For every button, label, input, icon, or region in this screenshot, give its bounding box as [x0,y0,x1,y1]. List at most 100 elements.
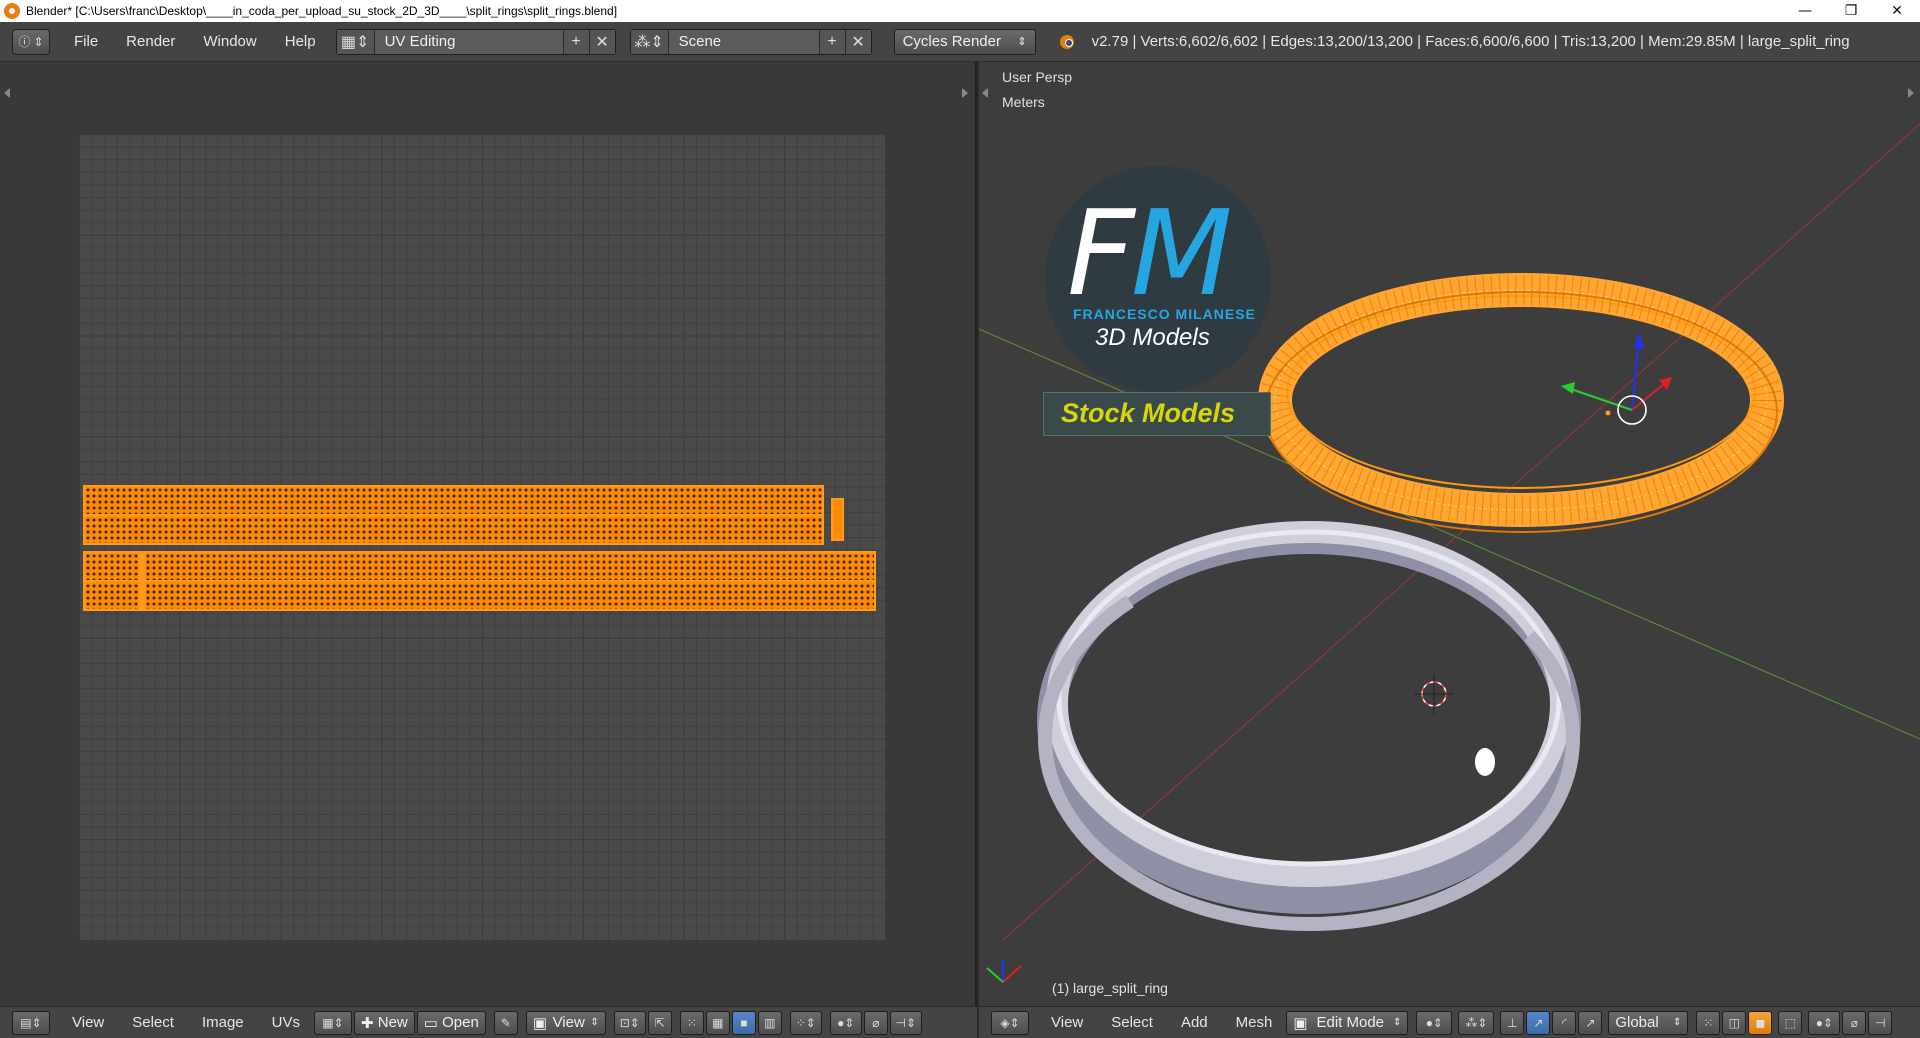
orientation-dropdown[interactable]: Global ⇕ [1608,1010,1689,1035]
proportional-edit-icon[interactable]: ●⇕ [1808,1010,1841,1035]
snap-icon[interactable]: ⌀ [863,1010,888,1035]
fm-logo-tagline: 3D Models [1095,324,1210,351]
menu-help[interactable]: Help [271,22,330,62]
uv-menu-select[interactable]: Select [118,1014,188,1031]
panel-toggle-right-icon[interactable] [962,88,968,98]
folder-icon: ▭ [423,1014,443,1032]
vp-menu-select[interactable]: Select [1097,1014,1167,1031]
view-mode-label: View [552,1014,585,1031]
snap-icon[interactable]: ⌀ [1842,1010,1867,1035]
remove-scene-icon[interactable]: ✕ [844,29,871,54]
info-header: ⓘ ⇕ File Render Window Help ▦⇕ UV Editing… [0,22,1920,62]
view-mode-dropdown[interactable]: ▣ View ⇕ [525,1010,606,1035]
remove-layout-icon[interactable]: ✕ [588,29,615,54]
active-object-label: (1) large_split_ring [1052,980,1168,996]
scene-name[interactable]: Scene [669,33,819,50]
edge-select-icon[interactable]: ◫ [1722,1010,1747,1035]
updown-arrows-icon: ⇕ [1392,1017,1402,1028]
large-split-ring-mesh[interactable] [1258,273,1784,533]
fm-logo-letters: FM [1067,194,1233,312]
editor-type-selector[interactable]: ⓘ ⇕ [12,28,50,55]
scene-selector[interactable]: ⁂⇕ Scene + ✕ [629,28,872,55]
3d-cursor[interactable] [1414,674,1454,714]
vertex-select-icon[interactable]: ⁙ [679,1010,704,1035]
occlude-geometry-icon[interactable]: ⬚ [1778,1010,1803,1035]
face-select-icon[interactable]: ◼ [1748,1010,1773,1035]
fm-logo-f: F [1067,184,1135,322]
snap-target-icon[interactable]: ⊣ [1868,1010,1893,1035]
proportional-edit-icon[interactable]: ●⇕ [829,1010,862,1035]
mode-dropdown[interactable]: ▣ Edit Mode ⇕ [1286,1010,1409,1035]
new-image-label: New [377,1014,408,1031]
vertex-select-icon[interactable]: ⁙ [1696,1010,1721,1035]
axis-indicator-icon [986,960,1022,983]
face-select-icon[interactable]: ■ [731,1010,756,1035]
image-browse-icon[interactable]: ▦⇕ [314,1010,352,1035]
uv-menu-view[interactable]: View [58,1014,118,1031]
uv-island-upper[interactable] [83,485,824,545]
add-layout-icon[interactable]: + [562,29,589,54]
updown-arrows-icon: ⇕ [590,1017,599,1028]
orientation-label: Global [1615,1014,1659,1031]
blender-logo-icon [1058,33,1078,51]
fm-logo-m: M [1130,184,1233,322]
uv-island-small[interactable] [831,498,844,541]
render-engine-dropdown[interactable]: Cycles Render ⇕ [893,28,1036,55]
uv-island-lower[interactable] [83,551,876,611]
window-titlebar: Blender* [C:\Users\franc\Desktop\____in_… [0,0,1920,22]
mode-label: Edit Mode [1316,1014,1385,1031]
transform-gizmo[interactable] [1561,333,1672,425]
vp-menu-add[interactable]: Add [1167,1014,1222,1031]
viewport-shading-icon[interactable]: ●⇕ [1416,1010,1453,1035]
render-engine-label: Cycles Render [902,33,1001,50]
edit-mode-icon: ▣ [1293,1014,1308,1032]
pin-icon[interactable]: ✎ [493,1010,518,1035]
uv-menu-image[interactable]: Image [188,1014,258,1031]
sync-selection-icon[interactable]: ⇱ [647,1010,672,1035]
new-image-button[interactable]: ✚ New [354,1010,415,1035]
3d-viewport[interactable]: User Persp Meters FM FRANCESCO MILANESE … [979,62,1920,1006]
snap-target-icon[interactable]: ⊣⇕ [889,1010,922,1035]
updown-arrows-icon: ⇕ [1017,36,1027,48]
menu-window[interactable]: Window [189,22,270,62]
updown-arrows-icon: ⇕ [1672,1017,1682,1028]
stock-models-label: Stock Models [1061,398,1236,428]
vp-menu-mesh[interactable]: Mesh [1222,1014,1287,1031]
translate-manipulator-icon[interactable]: ↗ [1526,1010,1551,1035]
sticky-select-icon[interactable]: ⁘⇕ [789,1010,822,1035]
scale-manipulator-icon[interactable]: ↗ [1578,1010,1603,1035]
menu-render[interactable]: Render [112,22,189,62]
pivot-point-icon[interactable]: ⁂⇕ [1458,1010,1495,1035]
edge-select-icon[interactable]: ▦ [705,1010,730,1035]
plus-icon: ✚ [361,1014,378,1032]
maximize-button[interactable]: ❐ [1828,0,1874,22]
uv-seam [85,580,874,582]
panel-toggle-left-icon[interactable] [4,88,10,98]
menu-file[interactable]: File [60,22,112,62]
uv-image-editor[interactable] [0,62,977,1006]
island-select-icon[interactable]: ▥ [757,1010,782,1035]
window-title: Blender* [C:\Users\franc\Desktop\____in_… [26,4,618,18]
uv-editor-header: ▤⇕ View Select Image UVs ▦⇕ ✚ New ▭ Open… [0,1006,977,1038]
scene-icon[interactable]: ⁂⇕ [630,29,669,54]
layout-name[interactable]: UV Editing [375,33,563,50]
pivot-icon[interactable]: ⊡⇕ [613,1010,646,1035]
scene-stats: v2.79 | Verts:6,602/6,602 | Edges:13,200… [1091,33,1850,50]
manipulator-toggle-icon[interactable]: ⊥ [1500,1010,1525,1035]
rotate-manipulator-icon[interactable]: ◜ [1552,1010,1577,1035]
info-icon: ⓘ [18,35,31,49]
uv-menu-uvs[interactable]: UVs [258,1014,314,1031]
vp-menu-view[interactable]: View [1037,1014,1097,1031]
viewport-header: ◈⇕ View Select Add Mesh ▣ Edit Mode ⇕ ●⇕ ⁂… [979,1006,1920,1038]
close-button[interactable]: ✕ [1874,0,1920,22]
editor-type-selector[interactable]: ◈⇕ [991,1010,1029,1035]
layout-selector[interactable]: ▦⇕ UV Editing + ✕ [335,28,616,55]
image-view-icon: ▣ [532,1014,547,1032]
add-scene-icon[interactable]: + [818,29,845,54]
small-split-ring-render[interactable] [1037,521,1581,931]
editor-type-selector[interactable]: ▤⇕ [12,1010,50,1035]
open-image-button[interactable]: ▭ Open [416,1010,486,1035]
minimize-button[interactable]: — [1782,0,1828,22]
fm-logo-name: FRANCESCO MILANESE [1073,306,1256,322]
layout-grid-icon[interactable]: ▦⇕ [336,29,375,54]
